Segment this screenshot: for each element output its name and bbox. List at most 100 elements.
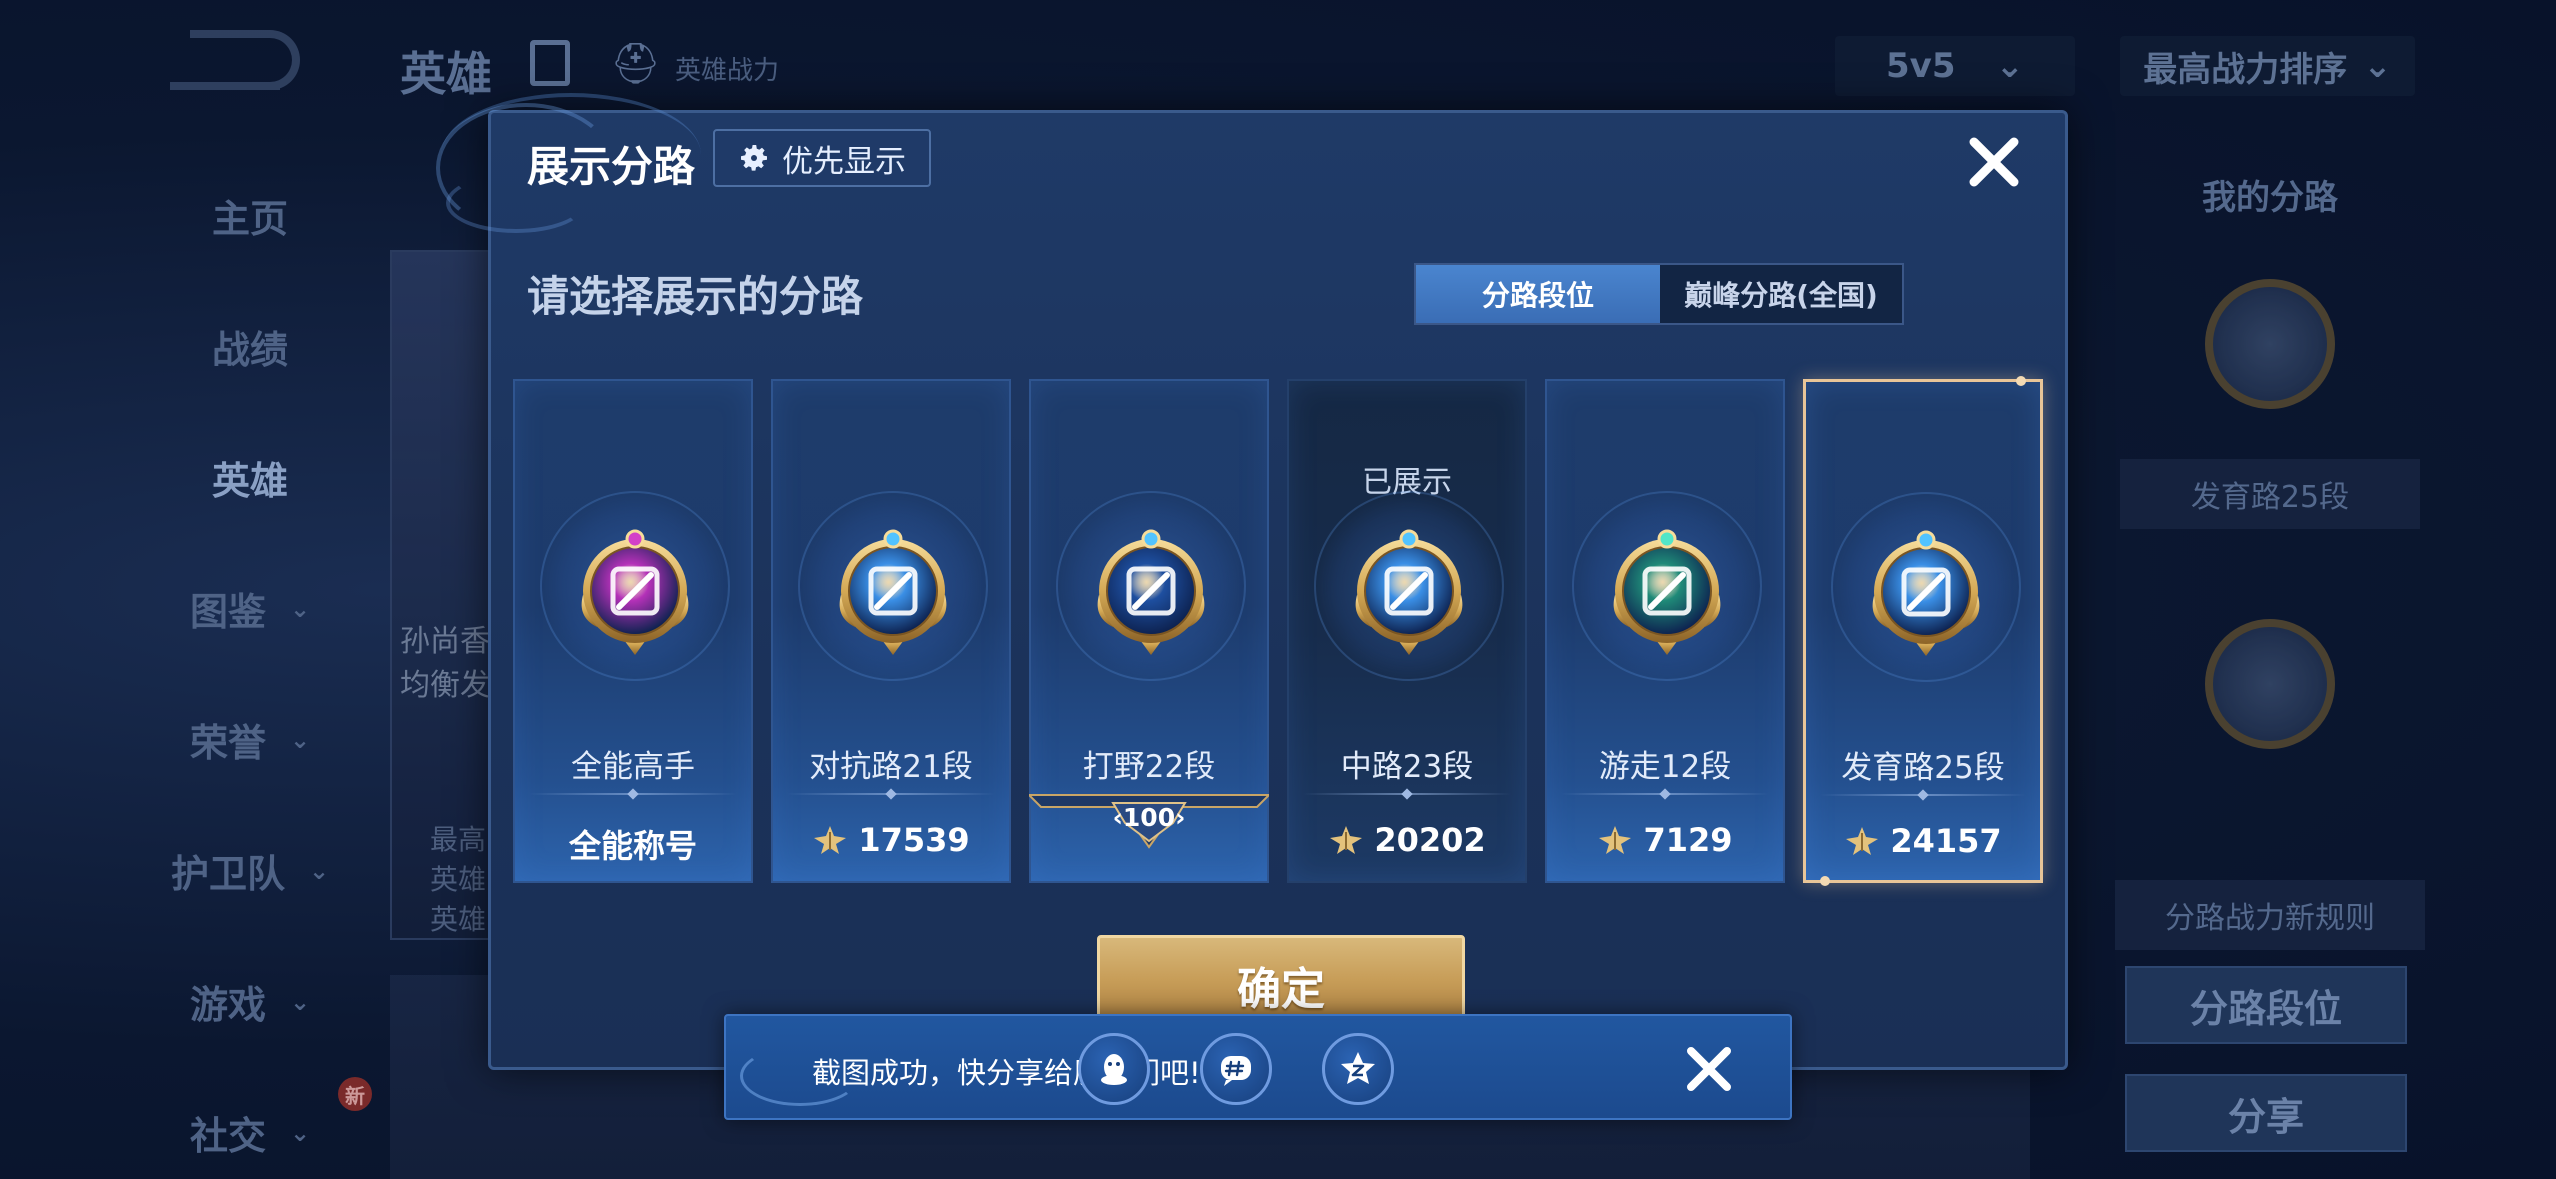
- mid-lane-badge-icon: [1349, 517, 1469, 667]
- close-icon: [1687, 1047, 1731, 1091]
- nav-label: 战绩: [211, 328, 288, 372]
- toast-close-button[interactable]: [1676, 1036, 1742, 1102]
- combat-power-icon: [1328, 824, 1364, 856]
- close-icon: [1969, 137, 2019, 187]
- lane-value: 17539: [773, 821, 1009, 859]
- tab-peak-lane-national[interactable]: 巅峰分路(全国): [1660, 265, 1902, 323]
- divider: [529, 793, 737, 795]
- lane-card[interactable]: 全能高手 全能称号: [513, 379, 753, 883]
- lane-name: 打野22段: [1082, 749, 1216, 785]
- farm-lane-badge-icon: [1866, 518, 1986, 668]
- list-icon[interactable]: [530, 40, 570, 86]
- nav-item-records[interactable]: 战绩: [120, 281, 380, 412]
- nav-label: 游戏: [189, 983, 266, 1027]
- farm-lane-badge-icon: [2205, 279, 2335, 409]
- divider: [1303, 793, 1511, 795]
- lane-name: 对抗路21段: [809, 749, 973, 785]
- nav-label: 护卫队: [170, 852, 285, 896]
- hero-power-icon[interactable]: ⛑: [610, 40, 661, 87]
- lane-name: 中路23段: [1340, 749, 1474, 785]
- nav-item-honor[interactable]: 荣誉 ⌄: [120, 674, 380, 805]
- lane-name: 发育路25段: [1841, 750, 2005, 786]
- mid-lane-badge-icon: [2205, 619, 2335, 749]
- roam-badge-icon: [1607, 517, 1727, 667]
- chevron-down-icon: ⌄: [2363, 46, 2392, 86]
- divider: [787, 793, 995, 795]
- share-button[interactable]: 分享: [2125, 1074, 2407, 1152]
- combat-power-icon: [1597, 824, 1633, 856]
- page-title: 英雄: [400, 47, 492, 101]
- tab-lane-rank[interactable]: 分路段位: [1416, 265, 1660, 323]
- lane-mode-tabs: 分路段位 巅峰分路(全国): [1414, 263, 1904, 325]
- screenshot-toast: 截图成功，快分享给朋友们吧!: [724, 1014, 1792, 1120]
- lane-value-text: 20202: [1374, 821, 1486, 859]
- chevron-down-icon: ⌄: [289, 1118, 311, 1147]
- chevron-down-icon: ⌄: [1995, 46, 2024, 86]
- mode-select[interactable]: 5v5 ⌄: [1835, 36, 2075, 96]
- nav-label: 英雄: [211, 459, 288, 503]
- qq-icon[interactable]: [1078, 1033, 1150, 1105]
- nav-label: 主页: [211, 197, 288, 241]
- corner-decor: [2016, 376, 2026, 386]
- nav-item-games[interactable]: 游戏 ⌄: [120, 936, 380, 1067]
- dialog-title: 展示分路: [527, 142, 696, 191]
- lane-value: 20202: [1289, 821, 1525, 859]
- lane-card[interactable]: 发育路25段 24157: [1803, 376, 2043, 886]
- back-arrow-icon[interactable]: [170, 30, 300, 90]
- priority-display-button[interactable]: 优先显示: [713, 129, 931, 187]
- nav-label: 图鉴: [189, 590, 266, 634]
- combat-power-icon: [812, 824, 848, 856]
- my-lanes-title: 我的分路: [2202, 178, 2338, 218]
- mode-select-value: 5v5: [1886, 46, 1956, 86]
- qzone-icon[interactable]: [1322, 1033, 1394, 1105]
- my-lanes-panel: 我的分路 发育路25段: [2110, 170, 2430, 749]
- level-value: 100: [1122, 803, 1176, 832]
- chevron-down-icon: ⌄: [289, 725, 311, 754]
- lane-value-text: 24157: [1890, 822, 2002, 860]
- divider: [1561, 793, 1769, 795]
- hero-name: 孙尚香: [400, 624, 490, 659]
- lane-name: 游走12段: [1598, 749, 1732, 785]
- lane-value-text: 17539: [858, 821, 970, 859]
- lane-card[interactable]: 对抗路21段 17539: [771, 379, 1011, 883]
- stat-line: 英雄: [430, 903, 487, 936]
- hero-card-stats: 最高 英雄 英雄: [430, 820, 486, 940]
- lane-value-text: 7129: [1643, 821, 1733, 859]
- chevron-down-icon: ⌄: [289, 987, 311, 1016]
- lane-value: 全能称号: [515, 821, 751, 867]
- wechat-moments-icon[interactable]: [1200, 1033, 1272, 1105]
- nav-item-heroes[interactable]: 英雄: [120, 412, 380, 543]
- dialog-close-button[interactable]: [1961, 129, 2027, 195]
- nav-label: 社交: [189, 1114, 266, 1158]
- lane-value: 24157: [1806, 822, 2040, 860]
- nav-item-guard[interactable]: 护卫队 ⌄: [120, 805, 380, 936]
- level-badge: ‹100›: [1112, 803, 1186, 832]
- chevron-down-icon: ⌄: [289, 594, 311, 623]
- jungle-dragon-badge-icon: [1091, 517, 1211, 667]
- my-lane-label: 发育路25段: [2120, 459, 2420, 529]
- nav-item-social[interactable]: 社交 ⌄ 新: [120, 1067, 380, 1179]
- lane-card[interactable]: 已展示 中路23段 20202: [1287, 379, 1527, 883]
- stat-line: 英雄: [430, 863, 487, 896]
- lane-power-rule-link[interactable]: 分路战力新规则: [2115, 880, 2425, 950]
- hero-card-name: 孙尚香 均衡发: [400, 620, 490, 708]
- nav-item-codex[interactable]: 图鉴 ⌄: [120, 543, 380, 674]
- sort-select-value: 最高战力排序: [2143, 49, 2348, 90]
- stat-line: 最高: [430, 823, 487, 856]
- nav-label: 荣誉: [189, 721, 266, 765]
- lane-card[interactable]: 游走12段 7129: [1545, 379, 1785, 883]
- clash-lane-badge-icon: [833, 517, 953, 667]
- side-nav: 主页 战绩 英雄 图鉴 ⌄ 荣誉 ⌄ 护卫队 ⌄ 游戏 ⌄ 社交 ⌄ 新: [120, 150, 380, 1179]
- display-lane-dialog: 展示分路 优先显示 请选择展示的分路 分路段位 巅峰分路(全国) 全能高手 全能…: [436, 93, 2068, 1070]
- nav-item-home[interactable]: 主页: [120, 150, 380, 281]
- lane-value-text: 全能称号: [568, 827, 697, 865]
- hero-power-label[interactable]: 英雄战力: [675, 50, 779, 87]
- dialog-subtitle: 请选择展示的分路: [527, 272, 864, 321]
- sort-select[interactable]: 最高战力排序 ⌄: [2120, 36, 2415, 96]
- lane-rank-button[interactable]: 分路段位: [2125, 966, 2407, 1044]
- lane-value: 7129: [1547, 821, 1783, 859]
- gear-icon: [738, 142, 770, 174]
- chevron-down-icon: ⌄: [308, 856, 330, 885]
- lane-card-list: 全能高手 全能称号 对抗路21段 17539 打野22段 ‹100› 已展示 中…: [513, 376, 2043, 886]
- lane-card[interactable]: 打野22段 ‹100›: [1029, 379, 1269, 883]
